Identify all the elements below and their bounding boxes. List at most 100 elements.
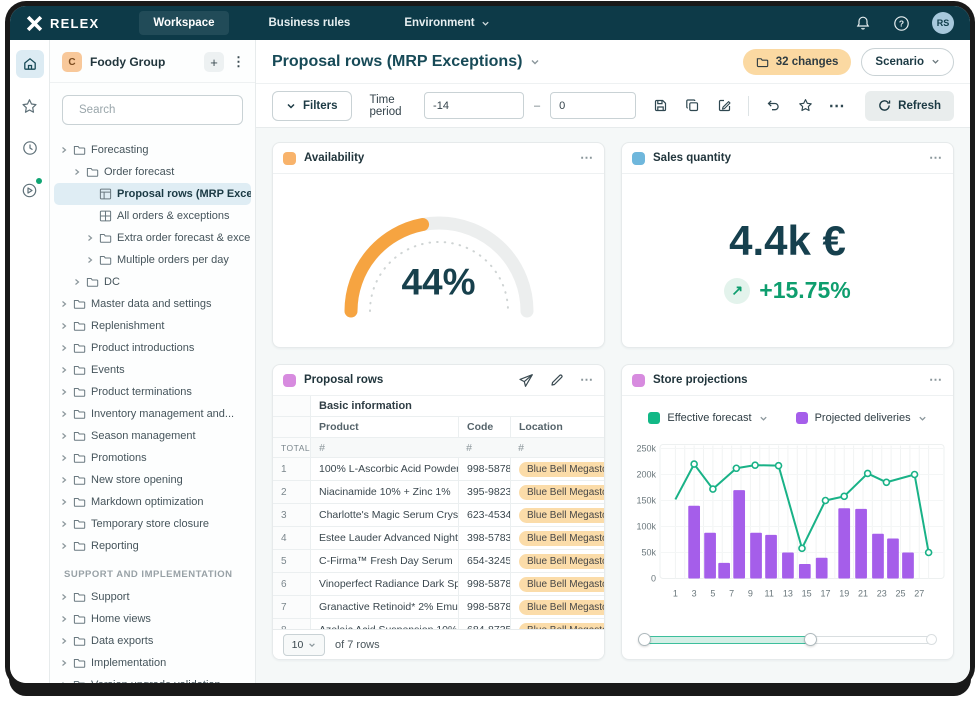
changes-badge[interactable]: 32 changes [743, 49, 852, 75]
chevron-right-icon[interactable] [60, 454, 68, 462]
favorites-star-icon[interactable] [16, 92, 44, 120]
chevron-right-icon[interactable] [60, 498, 68, 506]
favorite-star-icon[interactable] [791, 92, 819, 120]
chevron-right-icon[interactable] [60, 366, 68, 374]
chevron-right-icon[interactable] [60, 659, 68, 667]
slider-handle-right[interactable] [804, 633, 817, 646]
undo-icon[interactable] [759, 92, 787, 120]
nav-item-environment[interactable]: Environment [390, 11, 503, 35]
nav-item-workspace[interactable]: Workspace [139, 11, 228, 35]
tree-item[interactable]: Product introductions [54, 337, 251, 359]
chevron-right-icon[interactable] [60, 432, 68, 440]
tree-item[interactable]: Markdown optimization [54, 491, 251, 513]
more-options-icon[interactable]: ⋯ [823, 92, 851, 120]
page-title[interactable]: Proposal rows (MRP Exceptions) [272, 53, 540, 71]
tree-item[interactable]: Events [54, 359, 251, 381]
page-size-select[interactable]: 10 [283, 634, 325, 656]
chevron-right-icon[interactable] [60, 520, 68, 528]
chevron-right-icon[interactable] [60, 410, 68, 418]
column-header-location[interactable]: Location [510, 417, 604, 437]
tree-item[interactable]: Implementation [54, 652, 251, 674]
slider-handle-left[interactable] [638, 633, 651, 646]
table-row[interactable]: 6Vinoperfect Radiance Dark Spot Serum998… [273, 573, 604, 596]
runs-play-icon[interactable] [16, 176, 44, 204]
home-icon[interactable] [16, 50, 44, 78]
row-number: 8 [273, 619, 311, 629]
table-row[interactable]: 5C-Firma™ Fresh Day Serum654-3245Blue Be… [273, 550, 604, 573]
legend-effective-forecast[interactable]: Effective forecast [648, 412, 767, 424]
edit-pencil-icon[interactable] [550, 373, 564, 387]
chevron-right-icon[interactable] [60, 542, 68, 550]
tree-item[interactable]: All orders & exceptions [54, 205, 251, 227]
tree-item[interactable]: Version upgrade validation [54, 674, 251, 683]
column-header-product[interactable]: Product [311, 417, 458, 437]
table-row[interactable]: 1100% L-Ascorbic Acid Powder998-5878Blue… [273, 458, 604, 481]
table-row[interactable]: 2Niacinamide 10% + Zinc 1%395-9823Blue B… [273, 481, 604, 504]
refresh-button[interactable]: Refresh [865, 91, 954, 121]
more-options-icon[interactable]: ⋯ [580, 150, 594, 166]
copy-icon[interactable] [678, 92, 706, 120]
chevron-right-icon[interactable] [60, 593, 68, 601]
kebab-menu-icon[interactable]: ⋮ [232, 54, 245, 70]
tree-item[interactable]: Promotions [54, 447, 251, 469]
chevron-right-icon[interactable] [60, 476, 68, 484]
search-box[interactable] [62, 95, 243, 125]
tree-item[interactable]: Home views [54, 608, 251, 630]
user-avatar[interactable]: RS [932, 12, 954, 34]
chevron-right-icon[interactable] [60, 300, 68, 308]
tree-item[interactable]: Forecasting [54, 139, 251, 161]
add-button[interactable]: + [204, 52, 224, 72]
chevron-right-icon[interactable] [60, 322, 68, 330]
tree-item[interactable]: Proposal rows (MRP Except... [54, 183, 251, 205]
send-icon[interactable] [519, 373, 534, 388]
range-slider[interactable] [640, 631, 935, 649]
tree-item[interactable]: Order forecast [54, 161, 251, 183]
tree-item[interactable]: Data exports [54, 630, 251, 652]
table-row[interactable]: 3Charlotte's Magic Serum Crystal Elixir6… [273, 504, 604, 527]
tree-item[interactable]: New store opening [54, 469, 251, 491]
column-header-code[interactable]: Code [458, 417, 510, 437]
time-period-to-input[interactable] [550, 92, 636, 119]
chevron-right-icon[interactable] [60, 146, 68, 154]
table-row[interactable]: 7Granactive Retinoid* 2% Emulsion998-587… [273, 596, 604, 619]
chevron-right-icon[interactable] [60, 344, 68, 352]
legend-projected-deliveries[interactable]: Projected deliveries [796, 412, 927, 424]
tree-item[interactable]: DC [54, 271, 251, 293]
help-icon[interactable]: ? [893, 15, 910, 32]
tree-item[interactable]: Reporting [54, 535, 251, 557]
chevron-right-icon[interactable] [86, 234, 94, 242]
more-options-icon[interactable]: ⋯ [929, 150, 943, 166]
more-options-icon[interactable]: ⋯ [580, 372, 594, 388]
slider-selected-range[interactable] [640, 636, 811, 644]
chevron-right-icon[interactable] [60, 615, 68, 623]
more-options-icon[interactable]: ⋯ [929, 372, 943, 388]
scenario-button[interactable]: Scenario [861, 48, 954, 76]
tree-item[interactable]: Extra order forecast & exce... [54, 227, 251, 249]
filters-button[interactable]: Filters [272, 91, 352, 121]
table-row[interactable]: 4Estee Lauder Advanced Night Repair398-5… [273, 527, 604, 550]
chevron-right-icon[interactable] [86, 256, 94, 264]
history-clock-icon[interactable] [16, 134, 44, 162]
chevron-right-icon[interactable] [73, 168, 81, 176]
chevron-right-icon[interactable] [60, 637, 68, 645]
tree-item[interactable]: Support [54, 586, 251, 608]
folder-icon [73, 496, 86, 508]
tree-item[interactable]: Replenishment [54, 315, 251, 337]
tree-item-label: Reporting [91, 540, 139, 552]
search-input[interactable] [79, 104, 233, 116]
tree-item[interactable]: Inventory management and... [54, 403, 251, 425]
tree-item[interactable]: Temporary store closure [54, 513, 251, 535]
nav-item-business-rules[interactable]: Business rules [255, 11, 365, 35]
tree-item[interactable]: Master data and settings [54, 293, 251, 315]
save-icon[interactable] [646, 92, 674, 120]
tree-item[interactable]: Multiple orders per day [54, 249, 251, 271]
edit-note-icon[interactable] [710, 92, 738, 120]
chevron-right-icon[interactable] [60, 388, 68, 396]
chevron-right-icon[interactable] [60, 681, 68, 683]
notifications-bell-icon[interactable] [855, 15, 871, 31]
tree-item[interactable]: Product terminations [54, 381, 251, 403]
tree-item[interactable]: Season management [54, 425, 251, 447]
chevron-right-icon[interactable] [73, 278, 81, 286]
table-row[interactable]: 8Azelaic Acid Suspension 10%684-8735Blue… [273, 619, 604, 629]
time-period-from-input[interactable] [424, 92, 524, 119]
